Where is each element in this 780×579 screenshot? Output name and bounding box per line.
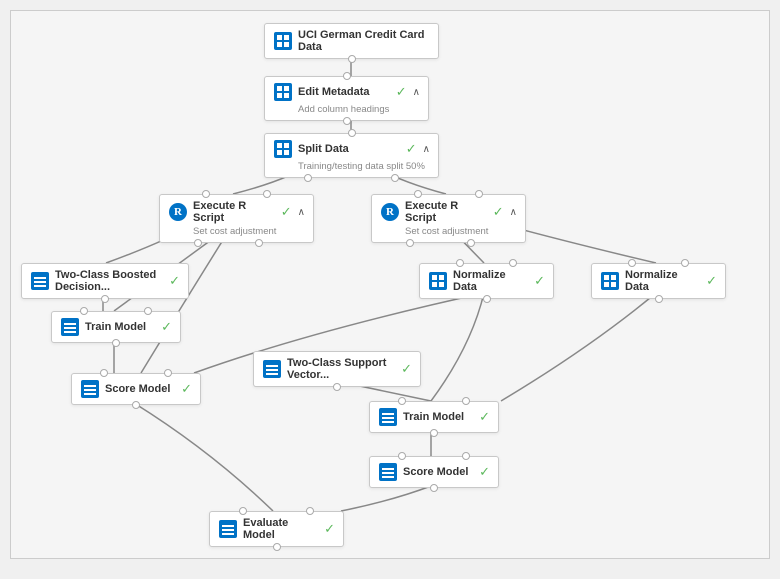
train-model-left-icon	[60, 317, 80, 337]
svm-icon	[262, 359, 282, 379]
uci-title: UCI German Credit Card Data	[298, 29, 430, 53]
train-model-right-title: Train Model	[403, 411, 472, 423]
node-svm[interactable]: Two-Class Support Vector... ✓	[253, 351, 421, 387]
exec-r-right-title: Execute R Script	[405, 200, 486, 224]
normalize-left-check: ✓	[534, 273, 545, 289]
uci-icon	[273, 31, 293, 51]
node-edit-metadata[interactable]: Edit Metadata ✓ ∧ Add column headings	[264, 76, 429, 121]
evaluate-icon	[218, 519, 238, 539]
exec-r-left-check: ✓	[281, 204, 292, 220]
exec-r-left-icon: R	[168, 202, 188, 222]
edit-meta-check: ✓	[396, 84, 407, 100]
edit-meta-title: Edit Metadata	[298, 86, 389, 98]
split-icon	[273, 139, 293, 159]
exec-r-left-subtitle: Set cost adjustment	[193, 226, 305, 237]
score-model-left-title: Score Model	[105, 383, 174, 395]
train-model-right-check: ✓	[479, 409, 490, 425]
edit-meta-caret[interactable]: ∧	[413, 87, 420, 98]
split-check: ✓	[406, 141, 417, 157]
node-exec-r-right[interactable]: R Execute R Script ✓ ∧ Set cost adjustme…	[371, 194, 526, 243]
node-split-data[interactable]: Split Data ✓ ∧ Training/testing data spl…	[264, 133, 439, 178]
normalize-right-icon	[600, 271, 620, 291]
split-caret[interactable]: ∧	[423, 144, 430, 155]
train-model-left-check: ✓	[161, 319, 172, 335]
pipeline-canvas: UCI German Credit Card Data Edit Metadat…	[10, 10, 770, 559]
node-train-model-left[interactable]: Train Model ✓	[51, 311, 181, 343]
edit-meta-subtitle: Add column headings	[298, 104, 420, 115]
normalize-right-check: ✓	[706, 273, 717, 289]
evaluate-check: ✓	[324, 521, 335, 537]
train-model-right-icon	[378, 407, 398, 427]
boosted-dt-title: Two-Class Boosted Decision...	[55, 269, 162, 293]
exec-r-left-title: Execute R Script	[193, 200, 274, 224]
edit-meta-icon	[273, 82, 293, 102]
exec-r-right-icon: R	[380, 202, 400, 222]
node-evaluate[interactable]: Evaluate Model ✓	[209, 511, 344, 547]
train-model-left-title: Train Model	[85, 321, 154, 333]
normalize-left-icon	[428, 271, 448, 291]
exec-r-right-check: ✓	[493, 204, 504, 220]
exec-r-left-caret[interactable]: ∧	[298, 207, 305, 218]
normalize-left-title: Normalize Data	[453, 269, 527, 293]
node-score-model-right[interactable]: Score Model ✓	[369, 456, 499, 488]
node-normalize-left[interactable]: Normalize Data ✓	[419, 263, 554, 299]
boosted-dt-check: ✓	[169, 273, 180, 289]
score-model-left-check: ✓	[181, 381, 192, 397]
node-score-model-left[interactable]: Score Model ✓	[71, 373, 201, 405]
node-exec-r-left[interactable]: R Execute R Script ✓ ∧ Set cost adjustme…	[159, 194, 314, 243]
score-model-left-icon	[80, 379, 100, 399]
score-model-right-icon	[378, 462, 398, 482]
score-model-right-title: Score Model	[403, 466, 472, 478]
boosted-dt-icon	[30, 271, 50, 291]
node-uci[interactable]: UCI German Credit Card Data	[264, 23, 439, 59]
split-title: Split Data	[298, 143, 399, 155]
exec-r-right-subtitle: Set cost adjustment	[405, 226, 517, 237]
evaluate-title: Evaluate Model	[243, 517, 317, 541]
node-train-model-right[interactable]: Train Model ✓	[369, 401, 499, 433]
normalize-right-title: Normalize Data	[625, 269, 699, 293]
split-subtitle: Training/testing data split 50%	[298, 161, 430, 172]
node-normalize-right[interactable]: Normalize Data ✓	[591, 263, 726, 299]
node-boosted-dt[interactable]: Two-Class Boosted Decision... ✓	[21, 263, 189, 299]
svm-title: Two-Class Support Vector...	[287, 357, 394, 381]
exec-r-right-caret[interactable]: ∧	[510, 207, 517, 218]
score-model-right-check: ✓	[479, 464, 490, 480]
svm-check: ✓	[401, 361, 412, 377]
